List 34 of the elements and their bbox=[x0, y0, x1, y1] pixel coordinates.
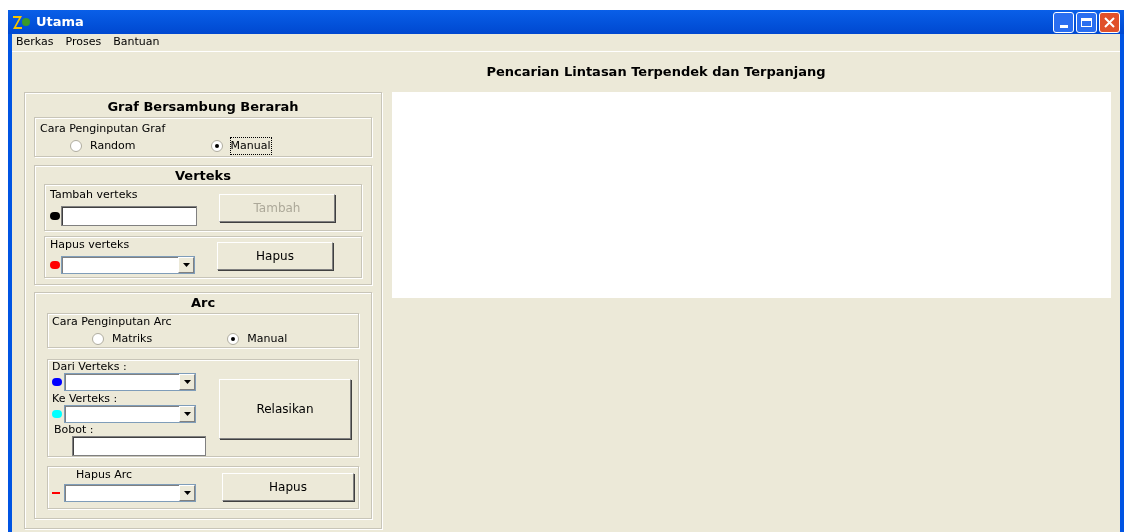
group-label: Cara Penginputan Graf bbox=[40, 121, 167, 137]
menu-item[interactable]: Bantuan bbox=[113, 34, 160, 51]
group-label: Hapus verteks bbox=[50, 237, 131, 253]
minimize-button[interactable] bbox=[1053, 11, 1074, 33]
field-label: Ke Verteks : bbox=[52, 392, 119, 405]
radio-option[interactable]: Manual bbox=[210, 137, 271, 154]
close-button[interactable] bbox=[1099, 11, 1120, 33]
text-field[interactable] bbox=[72, 436, 206, 456]
dropdown-field[interactable] bbox=[64, 405, 196, 423]
action-button[interactable]: Hapus bbox=[222, 473, 354, 501]
group-title: Verteks bbox=[174, 167, 232, 184]
group-label: Tambah verteks bbox=[50, 187, 139, 203]
maximize-button[interactable] bbox=[1076, 11, 1097, 33]
app-logo-icon bbox=[12, 14, 32, 30]
radio-option[interactable]: Random bbox=[70, 137, 136, 154]
dropdown-field[interactable] bbox=[61, 255, 195, 274]
text-field[interactable] bbox=[61, 205, 197, 226]
action-button[interactable]: Relasikan bbox=[219, 379, 351, 439]
window-title: Utama bbox=[36, 13, 84, 32]
group-title: Arc bbox=[189, 294, 217, 312]
menu-item[interactable]: Berkas bbox=[16, 34, 54, 51]
action-button[interactable]: Hapus bbox=[217, 241, 333, 270]
group-label: Hapus Arc bbox=[75, 467, 134, 483]
close-icon bbox=[1104, 16, 1115, 28]
dropdown-field[interactable] bbox=[64, 373, 196, 391]
radio-option[interactable]: Manual bbox=[227, 330, 288, 347]
radio-option[interactable]: Matriks bbox=[92, 330, 153, 347]
panel-title: Graf Bersambung Berarah bbox=[106, 98, 300, 116]
menu-item[interactable]: Proses bbox=[65, 34, 102, 51]
dropdown-field[interactable] bbox=[64, 483, 196, 502]
field-label: Bobot : bbox=[53, 423, 95, 436]
page-heading: Pencarian Lintasan Terpendek dan Terpanjang bbox=[486, 63, 826, 82]
group-label: Cara Penginputan Arc bbox=[52, 314, 173, 330]
field-label: Dari Verteks : bbox=[52, 360, 128, 373]
